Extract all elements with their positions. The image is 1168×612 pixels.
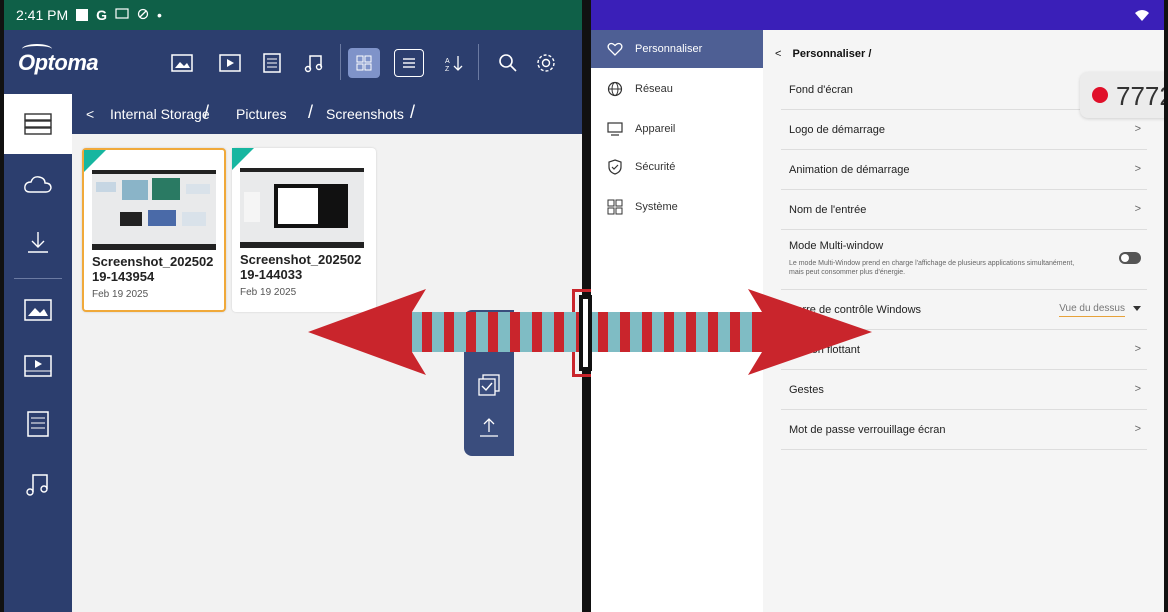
- image-filter-icon[interactable]: [170, 52, 194, 74]
- video-filter-icon[interactable]: [218, 52, 242, 74]
- dot-icon: •: [157, 7, 162, 23]
- file-name: Screenshot_202502 19-143954: [92, 254, 214, 284]
- list-view-button[interactable]: [394, 49, 424, 77]
- settings-back-button[interactable]: <: [775, 48, 781, 60]
- breadcrumb-internal-storage[interactable]: Internal Storage: [110, 106, 210, 122]
- monitor-icon: [607, 122, 623, 136]
- download-icon: [28, 232, 48, 253]
- sidebar-item-download[interactable]: [4, 212, 72, 272]
- image-icon: [24, 299, 52, 321]
- file-thumbnail: [240, 168, 364, 248]
- breadcrumb-sep: /: [308, 102, 314, 122]
- search-icon[interactable]: [496, 52, 520, 74]
- breadcrumb-sep: /: [410, 102, 416, 122]
- sidebar-item-documents[interactable]: [4, 394, 72, 454]
- optoma-logo: Optoma: [18, 44, 99, 76]
- shield-icon: [608, 159, 622, 175]
- grid-view-button[interactable]: [348, 48, 380, 78]
- music-icon: [26, 474, 48, 496]
- sort-icon[interactable]: AZ: [442, 52, 466, 74]
- status-square-icon: [76, 9, 89, 21]
- cloud-icon: [24, 176, 52, 193]
- file-card[interactable]: Screenshot_202502 19-143954 Feb 19 2025: [82, 148, 226, 312]
- cast-icon: [115, 7, 129, 23]
- setting-animation-demarrage[interactable]: Animation de démarrage >: [781, 150, 1147, 190]
- breadcrumb-sep: /: [204, 102, 210, 122]
- barre-controle-select[interactable]: Vue du dessus: [1059, 303, 1125, 317]
- nav-item-personnaliser[interactable]: Personnaliser: [591, 30, 763, 68]
- sidebar-item-music[interactable]: [4, 454, 72, 514]
- status-time: 2:41 PM: [16, 7, 69, 23]
- source-sidebar: [4, 94, 72, 612]
- document-filter-icon[interactable]: [260, 52, 284, 74]
- settings-gear-icon[interactable]: [534, 52, 558, 74]
- video-icon: [24, 355, 52, 377]
- breadcrumb-back-button[interactable]: <: [86, 106, 94, 122]
- sidebar-item-cloud[interactable]: [4, 154, 72, 214]
- status-bar: [591, 0, 1164, 30]
- record-dot-icon[interactable]: [1092, 87, 1108, 103]
- selected-corner-badge: [232, 148, 254, 170]
- chevron-down-icon: [1133, 306, 1141, 311]
- grid-icon: [607, 199, 623, 215]
- selected-corner-badge: [84, 150, 106, 172]
- settings-breadcrumb: < Personnaliser /: [775, 48, 872, 60]
- upload-icon[interactable]: [478, 416, 500, 438]
- wifi-icon: [1135, 10, 1149, 21]
- setting-nom-entree[interactable]: Nom de l'entrée >: [781, 190, 1147, 230]
- recording-overlay: 7772: [1080, 72, 1164, 118]
- nav-item-securite[interactable]: Sécurité: [591, 148, 763, 186]
- resize-double-arrow: [308, 289, 872, 375]
- heart-icon: [607, 42, 623, 56]
- nav-item-systeme[interactable]: Système: [591, 188, 763, 226]
- overlay-code: 7772: [1116, 81, 1164, 111]
- breadcrumb-pictures[interactable]: Pictures: [236, 106, 287, 122]
- setting-multi-window: Mode Multi-window Le mode Multi-Window p…: [781, 230, 1147, 290]
- nav-item-appareil[interactable]: Appareil: [591, 110, 763, 148]
- sidebar-item-storage[interactable]: [4, 94, 72, 154]
- file-thumbnail: [92, 170, 216, 250]
- shield-status-icon: [137, 7, 149, 23]
- document-icon: [27, 411, 49, 437]
- file-date: Feb 19 2025: [92, 289, 149, 300]
- status-g-icon: G: [96, 7, 108, 23]
- svg-text:A: A: [445, 58, 450, 65]
- storage-icon: [24, 113, 52, 135]
- multi-window-toggle[interactable]: [1119, 252, 1141, 264]
- svg-text:Z: Z: [445, 66, 450, 73]
- nav-item-reseau[interactable]: Réseau: [591, 70, 763, 108]
- breadcrumb: < Internal Storage / Pictures / Screensh…: [72, 94, 582, 134]
- status-bar: 2:41 PM G •: [4, 0, 582, 30]
- music-filter-icon[interactable]: [302, 52, 326, 74]
- file-date: Feb 19 2025: [240, 287, 297, 298]
- top-toolbar: Optoma AZ: [4, 30, 582, 94]
- globe-icon: [607, 81, 623, 97]
- sidebar-item-images[interactable]: [4, 280, 72, 340]
- sidebar-item-videos[interactable]: [4, 336, 72, 396]
- breadcrumb-screenshots[interactable]: Screenshots: [326, 106, 404, 122]
- file-name: Screenshot_202502 19-144033: [240, 252, 362, 282]
- setting-mot-de-passe[interactable]: Mot de passe verrouillage écran >: [781, 410, 1147, 450]
